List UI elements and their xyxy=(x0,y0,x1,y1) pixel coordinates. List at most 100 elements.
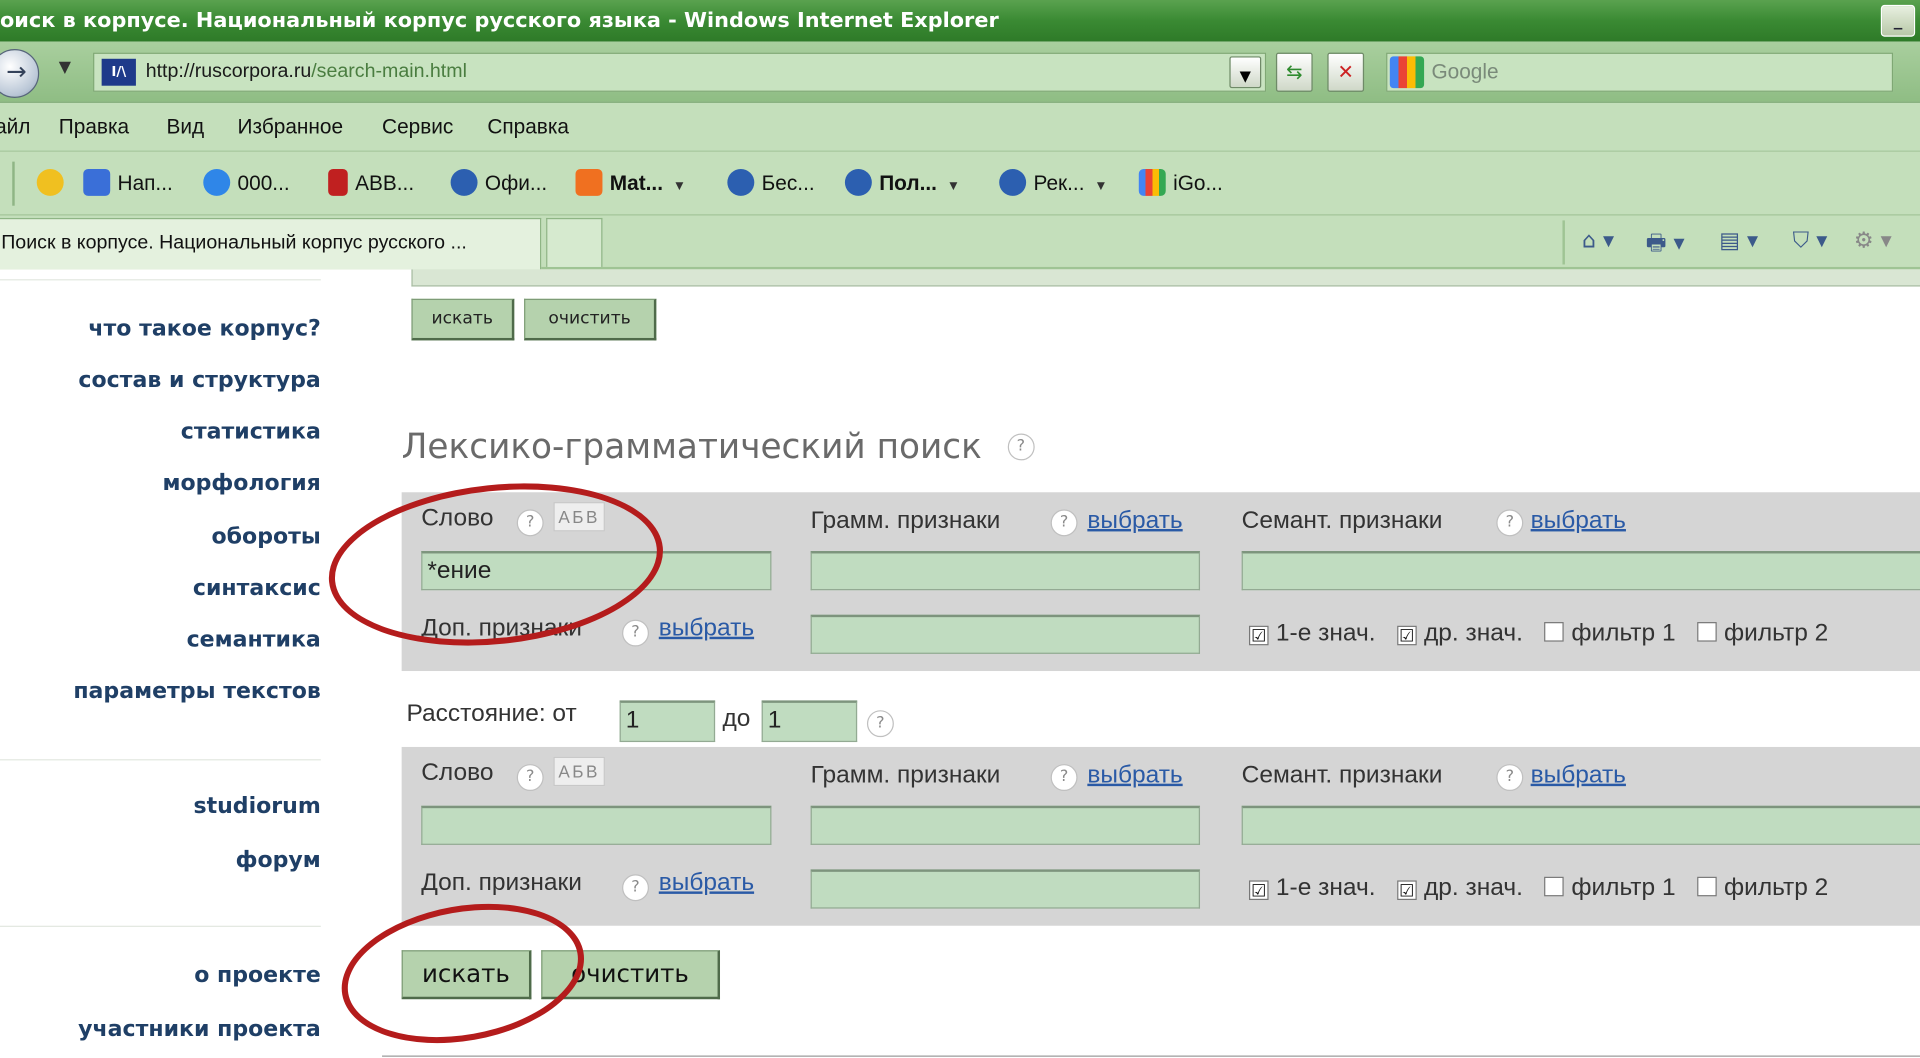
url-host: http://ruscorpora.ru xyxy=(145,61,312,83)
new-tab-button[interactable] xyxy=(546,217,603,267)
checkbox-other-meaning[interactable]: ☑ xyxy=(1397,880,1417,901)
page-icon[interactable]: ▤ ▾ xyxy=(1719,228,1758,254)
help-icon[interactable]: ? xyxy=(1007,433,1035,461)
help-icon[interactable]: ? xyxy=(516,764,544,792)
checkbox-first-meaning[interactable]: ☑ xyxy=(1248,880,1269,901)
favorite-item[interactable]: Mat... ▼ xyxy=(575,167,687,201)
semant-label: Семант. признаки xyxy=(1241,506,1443,534)
help-icon[interactable]: ? xyxy=(622,874,649,902)
help-icon[interactable]: ? xyxy=(1496,509,1524,537)
sidebar-item-participants[interactable]: участники проекта xyxy=(78,1016,321,1042)
address-input[interactable]: I/\ http://ruscorpora.ru/search-main.htm… xyxy=(93,52,1267,92)
checkbox-filter-2[interactable] xyxy=(1697,622,1717,642)
help-icon[interactable]: ? xyxy=(1496,764,1524,792)
site-favicon-icon: I/\ xyxy=(101,58,136,86)
google-icon xyxy=(1389,56,1425,89)
help-icon[interactable]: ? xyxy=(1050,764,1078,792)
distance-from-input[interactable]: 1 xyxy=(619,700,716,743)
sidebar-item-phrases[interactable]: обороты xyxy=(212,524,321,550)
checkbox-filter-2[interactable] xyxy=(1697,876,1717,897)
stop-icon[interactable]: ✕ xyxy=(1327,52,1365,92)
tab-current[interactable]: Поиск в корпусе. Национальный корпус рус… xyxy=(0,217,542,270)
favorite-item[interactable]: Нап... xyxy=(83,167,173,201)
chevron-down-icon: ▼ xyxy=(672,178,687,194)
tab-bar: Поиск в корпусе. Национальный корпус рус… xyxy=(0,215,1920,270)
semant-choose-link[interactable]: выбрать xyxy=(1531,762,1626,790)
favorite-item[interactable]: Пол... ▼ xyxy=(844,167,961,201)
sidebar-item-semantics[interactable]: семантика xyxy=(187,627,321,653)
home-icon[interactable]: ⌂ ▾ xyxy=(1582,228,1614,254)
gramm-label: Грамм. признаки xyxy=(810,761,1001,789)
distance-label-from: Расстояние: от xyxy=(406,700,577,728)
chevron-down-icon: ▼ xyxy=(946,178,961,194)
help-icon[interactable]: ? xyxy=(1050,509,1078,537)
sidebar-item-studiorum[interactable]: studiorum xyxy=(193,793,320,819)
help-icon[interactable]: ? xyxy=(866,710,894,738)
add-favorite-star-icon[interactable] xyxy=(36,167,71,201)
menu-edit[interactable]: Правка xyxy=(59,103,129,152)
sidebar-item-composition[interactable]: состав и структура xyxy=(78,367,320,393)
search-placeholder: Google xyxy=(1431,60,1499,84)
favorite-item[interactable]: Офи... xyxy=(450,167,547,201)
favorite-item[interactable]: Рек... ▼ xyxy=(999,167,1108,201)
extra-choose-link[interactable]: выбрать xyxy=(659,869,754,897)
sidebar-item-what-is-corpus[interactable]: что такое корпус? xyxy=(88,316,320,342)
distance-label-to: до xyxy=(722,705,751,733)
gramm-choose-link[interactable]: выбрать xyxy=(1087,762,1182,790)
extra-input-2[interactable] xyxy=(810,869,1201,909)
semant-choose-link[interactable]: выбрать xyxy=(1531,507,1626,535)
favorite-icon xyxy=(83,168,111,196)
checkbox-other-meaning[interactable]: ☑ xyxy=(1397,625,1417,646)
extra-input-1[interactable] xyxy=(810,614,1201,654)
sidebar-item-forum[interactable]: форум xyxy=(236,847,321,873)
section-title: Лексико-грамматический поиск ? xyxy=(402,426,1035,467)
checkbox-first-meaning[interactable]: ☑ xyxy=(1248,625,1269,646)
word-input-2[interactable] xyxy=(421,805,772,845)
print-icon[interactable]: 🖶 ▾ xyxy=(1646,228,1685,265)
sidebar-item-text-params[interactable]: параметры текстов xyxy=(73,678,321,704)
checkbox-row-2: ☑ 1-е знач. ☑ др. знач. фильтр 1 фильтр 2 xyxy=(1248,874,1843,902)
extra-choose-link[interactable]: выбрать xyxy=(659,615,754,643)
ie-icon xyxy=(450,168,478,196)
keyboard-abv-icon[interactable]: АБВ xyxy=(553,756,605,787)
gramm-input-1[interactable] xyxy=(810,551,1201,591)
sidebar-item-morphology[interactable]: морфология xyxy=(162,470,320,496)
gramm-label: Грамм. признаки xyxy=(810,506,1001,534)
chevron-down-icon: ▼ xyxy=(1094,178,1108,194)
menu-tools[interactable]: Сервис xyxy=(382,103,453,152)
safety-icon[interactable]: ⛉ ▾ xyxy=(1793,228,1828,254)
gramm-input-2[interactable] xyxy=(810,805,1201,845)
search-button-top[interactable]: искать xyxy=(411,298,515,341)
ie-icon xyxy=(844,168,872,196)
favorite-item[interactable]: iGo... xyxy=(1138,167,1223,201)
distance-to-input[interactable]: 1 xyxy=(761,700,858,743)
semant-input-2[interactable] xyxy=(1241,805,1920,845)
menu-favorites[interactable]: Избранное xyxy=(238,103,343,152)
favorite-item[interactable]: ABB... xyxy=(328,167,414,201)
search-box[interactable]: Google xyxy=(1386,52,1894,92)
refresh-icon[interactable]: ⇆ xyxy=(1275,52,1313,92)
minimize-button[interactable]: _ xyxy=(1880,4,1916,37)
menu-help[interactable]: Справка xyxy=(487,103,569,152)
address-dropdown-icon[interactable]: ▼ xyxy=(1229,56,1262,89)
address-toolbar: ▼ I/\ http://ruscorpora.ru/search-main.h… xyxy=(0,41,1920,103)
gramm-choose-link[interactable]: выбрать xyxy=(1087,507,1182,535)
favorite-item[interactable]: Бес... xyxy=(727,167,815,201)
help-icon[interactable]: ? xyxy=(622,619,649,647)
checkbox-row-1: ☑ 1-е знач. ☑ др. знач. фильтр 1 фильтр 2 xyxy=(1248,620,1843,648)
tools-gear-icon[interactable]: ⚙ ▾ xyxy=(1854,228,1892,254)
sidebar-item-syntax[interactable]: синтаксис xyxy=(193,576,321,602)
favorite-item[interactable]: 000... xyxy=(203,167,290,201)
recent-pages-dropdown-icon[interactable]: ▼ xyxy=(59,59,71,77)
sidebar-item-statistics[interactable]: статистика xyxy=(181,419,321,445)
sidebar-item-about[interactable]: о проекте xyxy=(194,962,321,988)
checkbox-filter-1[interactable] xyxy=(1544,622,1564,642)
google-icon xyxy=(1138,168,1166,196)
forward-button[interactable] xyxy=(0,48,40,98)
menu-view[interactable]: Вид xyxy=(167,103,205,152)
semant-input-1[interactable] xyxy=(1241,551,1920,591)
clear-button-top[interactable]: очистить xyxy=(524,298,657,341)
window-title: оиск в корпусе. Национальный корпус русс… xyxy=(0,8,999,34)
checkbox-filter-1[interactable] xyxy=(1544,876,1564,897)
menu-file[interactable]: айл xyxy=(0,103,30,152)
